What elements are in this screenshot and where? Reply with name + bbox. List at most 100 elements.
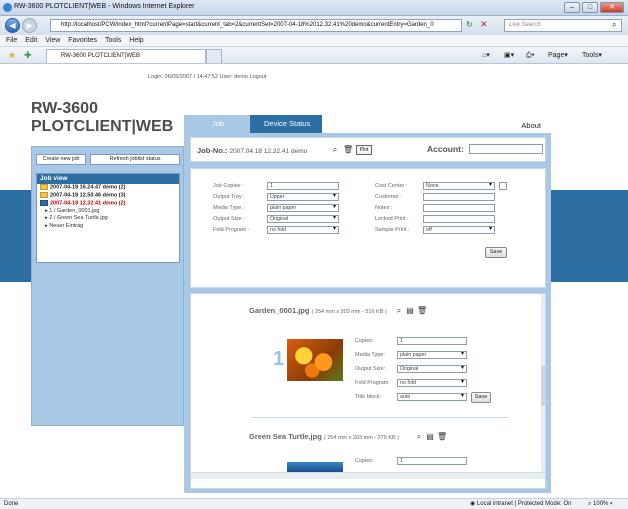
refresh-joblist-button[interactable]: Refresh joblist status xyxy=(90,154,180,165)
open-folder-icon xyxy=(40,199,48,206)
file-name-2: Green Sea Turtle.jpg ( 254 mm x 203 mm -… xyxy=(249,432,400,441)
preview-icon[interactable]: ⌕ xyxy=(331,146,339,154)
media-type-select[interactable]: plain paper xyxy=(267,204,339,212)
save-file-button[interactable]: Save xyxy=(471,392,491,403)
tab-job[interactable]: Job xyxy=(184,115,250,133)
vertical-scrollbar[interactable] xyxy=(541,294,545,472)
fold-program-select[interactable]: no fold xyxy=(267,226,339,234)
output-size-select[interactable]: Original xyxy=(397,365,467,373)
delete-icon[interactable]: 🗑 xyxy=(343,146,353,154)
add-favorite-icon[interactable]: ✚ xyxy=(24,50,32,61)
feeds-icon[interactable]: ▣▾ xyxy=(504,50,514,61)
left-panel: Create new job Refresh joblist status Jo… xyxy=(31,146,184,426)
save-job-button[interactable]: Save xyxy=(485,247,507,258)
file-thumbnail[interactable] xyxy=(287,339,343,381)
cost-center-button[interactable] xyxy=(499,182,507,190)
preview-icon[interactable]: ⌕ xyxy=(395,307,403,315)
output-size-label: Output Size : xyxy=(213,216,245,222)
media-type-select[interactable]: plain paper xyxy=(397,351,467,359)
fold-program-label: Fold Program: xyxy=(355,380,390,386)
forward-button[interactable]: ▶ xyxy=(22,18,37,33)
copies-label: Copies: xyxy=(355,338,374,344)
job-item[interactable]: 2007-04-18 16.24.47 demo (2) xyxy=(37,184,179,192)
properties-icon[interactable]: ▤ xyxy=(426,433,434,441)
window-title: RW-3600 PLOTCLIENT|WEB - Windows Interne… xyxy=(14,3,195,10)
account-input[interactable] xyxy=(469,144,543,154)
menu-view[interactable]: View xyxy=(45,35,60,47)
file-thumbnail[interactable] xyxy=(287,462,343,472)
output-size-label: Output Size: xyxy=(355,366,386,372)
status-bar: Done ◉ Local intranet | Protected Mode: … xyxy=(0,498,628,509)
login-info: Login: 06/05/2007 / 14:47:52 User: demo … xyxy=(148,74,267,80)
output-size-select[interactable]: Original xyxy=(267,215,339,223)
menu-favorites[interactable]: Favorites xyxy=(68,35,97,47)
job-entry[interactable]: ▸ 1 / Garden_0001.jpg xyxy=(37,208,179,216)
window-titlebar: RW-3600 PLOTCLIENT|WEB - Windows Interne… xyxy=(0,0,628,16)
favorites-star-icon[interactable]: ★ xyxy=(8,50,16,61)
fold-program-select[interactable]: no fold xyxy=(397,379,467,387)
cost-center-select[interactable]: None xyxy=(423,182,495,190)
delete-icon[interactable]: 🗑 xyxy=(417,307,427,315)
zone-info: ◉ Local intranet | Protected Mode: On xyxy=(470,501,572,507)
copies-label: Copies: xyxy=(355,458,374,464)
page-menu[interactable]: Page▾ xyxy=(548,50,568,61)
create-new-job-button[interactable]: Create new job xyxy=(36,154,86,165)
job-entry[interactable]: ▸ Neuer Eintrag xyxy=(37,223,179,231)
close-window-button[interactable]: ✕ xyxy=(600,2,624,13)
cost-center-label: Cost Center : xyxy=(375,183,408,189)
ie-logo-icon xyxy=(3,3,12,12)
customer-input[interactable] xyxy=(423,193,495,201)
job-copies-input[interactable]: 1 xyxy=(267,182,339,190)
job-item[interactable]: 2007-04-18 12.50.46 demo (3) xyxy=(37,191,179,200)
file-index: 1 xyxy=(273,348,285,370)
title-block-select[interactable]: auto xyxy=(397,393,467,401)
properties-icon[interactable]: ▤ xyxy=(406,307,414,315)
preview-icon[interactable]: ⌕ xyxy=(415,433,423,441)
back-button[interactable]: ◀ xyxy=(5,18,20,33)
zoom-level[interactable]: ⌕ 100% ▾ xyxy=(588,499,613,509)
minimize-button[interactable]: – xyxy=(564,2,580,13)
stop-icon[interactable]: ✕ xyxy=(480,19,488,30)
fold-program-label: Fold Program : xyxy=(213,227,250,233)
menu-file[interactable]: File xyxy=(6,35,17,47)
address-bar-row: ◀ ▶ http://localhost/PCW/index_html?curr… xyxy=(0,16,628,35)
refresh-icon[interactable]: ↻ xyxy=(466,20,473,29)
plot-button[interactable]: Plot xyxy=(356,145,372,155)
maximize-button[interactable]: □ xyxy=(582,2,598,13)
delete-icon[interactable]: 🗑 xyxy=(437,433,447,441)
folder-icon xyxy=(40,184,48,190)
job-entry[interactable]: ▸ 2 / Green Sea Turtle.jpg xyxy=(37,215,179,223)
customer-label: Customer : xyxy=(375,194,402,200)
home-icon[interactable]: ⌂▾ xyxy=(482,50,490,61)
address-input[interactable]: http://localhost/PCW/index_html?currentP… xyxy=(50,19,462,32)
sample-print-label: Sample Print : xyxy=(375,227,410,233)
menu-help[interactable]: Help xyxy=(129,35,143,47)
new-tab-button[interactable] xyxy=(206,49,222,63)
main-tabs: Job Device Status About xyxy=(184,115,551,133)
search-icon[interactable]: ⌕ xyxy=(612,20,616,30)
job-view-header: Job view xyxy=(37,174,179,184)
sample-print-select[interactable]: off xyxy=(423,226,495,234)
output-tray-select[interactable]: Upper xyxy=(267,193,339,201)
job-view: Job view 2007-04-18 16.24.47 demo (2) 20… xyxy=(36,173,180,263)
copies-input[interactable]: 1 xyxy=(397,457,467,465)
menu-edit[interactable]: Edit xyxy=(25,35,37,47)
horizontal-scrollbar[interactable] xyxy=(191,472,545,479)
job-settings: Job Copies : 1 Output Tray : Upper Media… xyxy=(190,168,546,288)
browser-tab[interactable]: RW-3600 PLOTCLIENT|WEB xyxy=(46,49,206,63)
copies-input[interactable]: 1 xyxy=(397,337,467,345)
title-block-label: Title block: xyxy=(355,394,382,400)
tab-about[interactable]: About xyxy=(322,115,551,133)
locked-print-input[interactable] xyxy=(423,215,495,223)
job-item-selected[interactable]: 2007-04-18 12.32.41 demo (2) xyxy=(37,199,179,208)
file-divider xyxy=(251,417,509,418)
print-icon[interactable]: ⎙▾ xyxy=(526,50,535,61)
job-header: Job-No.: 2007.04.18 12.32.41 demo ⌕ 🗑 Pl… xyxy=(190,137,546,162)
search-input[interactable]: Live Search xyxy=(504,19,622,32)
tools-menu[interactable]: Tools▾ xyxy=(582,50,602,61)
file-list: Garden_0001.jpg ( 254 mm x 203 mm - 516 … xyxy=(190,293,546,489)
menu-tools[interactable]: Tools xyxy=(105,35,121,47)
tab-device-status[interactable]: Device Status xyxy=(250,115,322,133)
notes-input[interactable] xyxy=(423,204,495,212)
scroll-thumb[interactable] xyxy=(541,366,545,406)
